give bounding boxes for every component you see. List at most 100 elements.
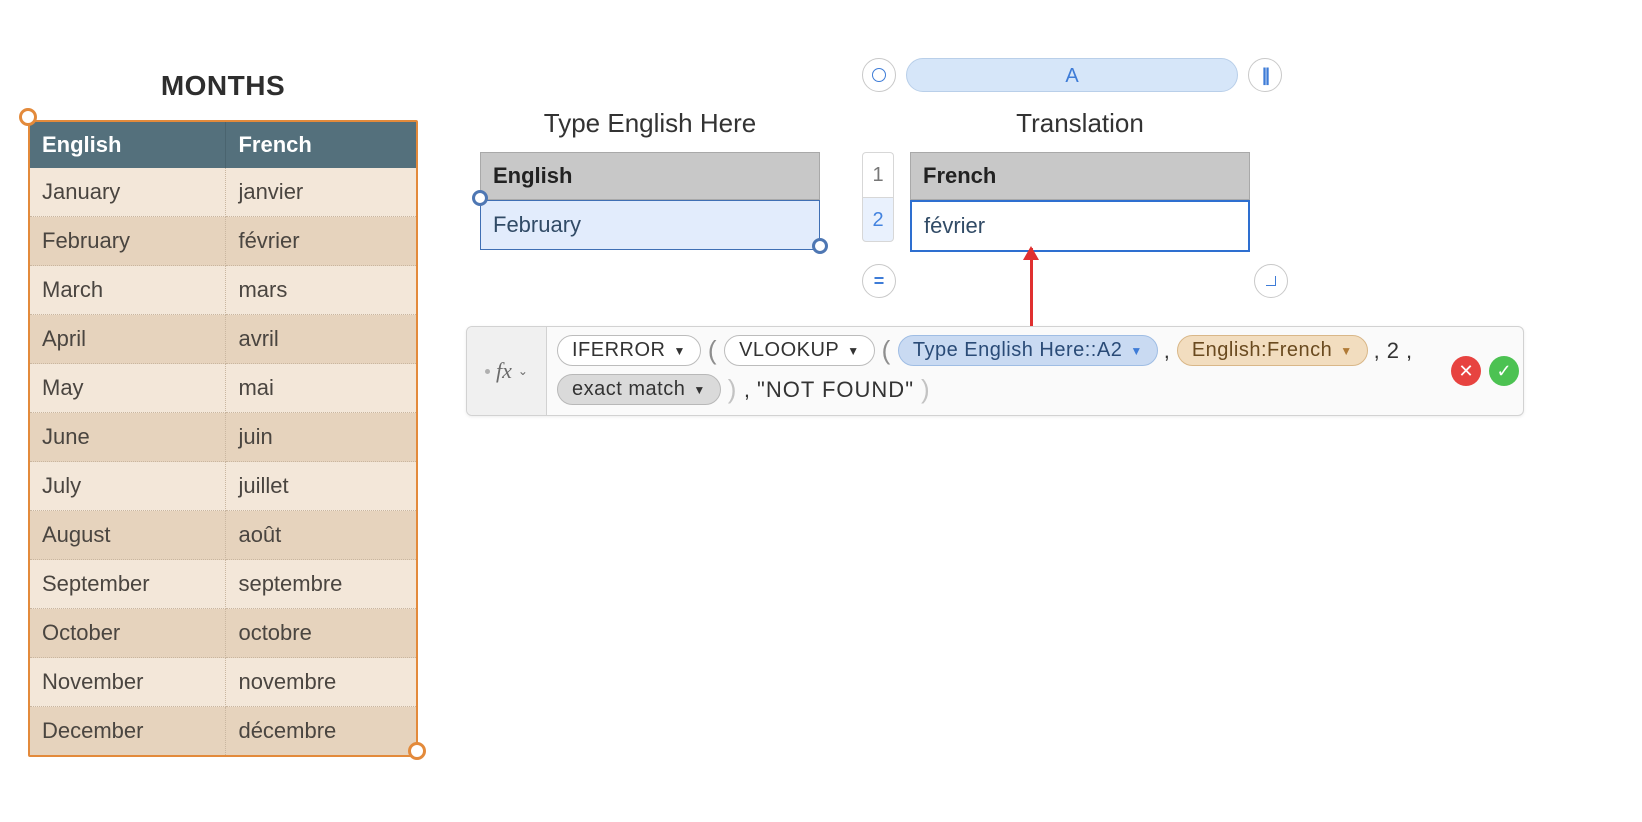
- cell-french[interactable]: août: [226, 511, 416, 560]
- months-table-container: MONTHS English French Januaryjanvier Feb…: [28, 70, 418, 757]
- cell-english[interactable]: August: [30, 511, 226, 560]
- cell-french[interactable]: février: [226, 217, 416, 266]
- add-column-button[interactable]: ||: [1248, 58, 1282, 92]
- add-row-button[interactable]: =: [862, 264, 896, 298]
- cell-english[interactable]: April: [30, 315, 226, 364]
- table-row[interactable]: Augustaoût: [30, 511, 416, 560]
- token-iferror[interactable]: IFERROR ▼: [557, 335, 701, 366]
- translation-header[interactable]: French: [910, 152, 1250, 200]
- column-header-a[interactable]: A: [906, 58, 1238, 92]
- typehere-table-title: Type English Here: [480, 108, 820, 139]
- corner-icon: [1266, 276, 1276, 286]
- comma: ,: [744, 377, 751, 403]
- token-label: VLOOKUP: [739, 339, 839, 362]
- translation-table-title: Translation: [910, 108, 1250, 139]
- formula-action-buttons: ✕ ✓: [1447, 327, 1523, 415]
- selection-handle-icon[interactable]: [472, 190, 488, 206]
- typehere-cell[interactable]: February: [480, 200, 820, 250]
- comma: ,: [1374, 338, 1381, 364]
- table-row[interactable]: Novembernovembre: [30, 658, 416, 707]
- paren-close: ): [727, 374, 738, 405]
- close-icon: ✕: [1458, 361, 1473, 382]
- cell-english[interactable]: March: [30, 266, 226, 315]
- cell-french[interactable]: décembre: [226, 707, 416, 755]
- cell-english[interactable]: October: [30, 609, 226, 658]
- table-resize-handle-icon[interactable]: [408, 742, 426, 760]
- typehere-header[interactable]: English: [480, 152, 820, 200]
- table-row[interactable]: Maymai: [30, 364, 416, 413]
- cell-english[interactable]: November: [30, 658, 226, 707]
- token-exact-match[interactable]: exact match ▼: [557, 374, 721, 405]
- arg-colindex: 2: [1387, 338, 1400, 364]
- cell-english[interactable]: May: [30, 364, 226, 413]
- arg-notfound: "NOT FOUND": [757, 377, 914, 403]
- row-gutter: 1 2: [862, 152, 894, 242]
- token-label: Type English Here::A2: [913, 339, 1123, 362]
- column-header-row: A ||: [862, 58, 1282, 92]
- fx-icon: fx: [496, 358, 512, 384]
- cell-french[interactable]: avril: [226, 315, 416, 364]
- comma: ,: [1164, 338, 1171, 364]
- table-row[interactable]: Marchmars: [30, 266, 416, 315]
- chevron-down-icon: ⌄: [518, 364, 528, 378]
- annotation-arrow-icon: [1030, 248, 1033, 326]
- months-header-french[interactable]: French: [226, 122, 416, 168]
- cell-french[interactable]: juillet: [226, 462, 416, 511]
- table-row[interactable]: Septemberseptembre: [30, 560, 416, 609]
- select-all-circle-button[interactable]: [862, 58, 896, 92]
- row-header-2[interactable]: 2: [862, 197, 894, 242]
- cell-english[interactable]: September: [30, 560, 226, 609]
- paren-open: (: [881, 335, 892, 366]
- translation-table[interactable]: French février: [910, 152, 1250, 252]
- comma: ,: [1406, 338, 1413, 364]
- token-vlookup[interactable]: VLOOKUP ▼: [724, 335, 875, 366]
- cell-english[interactable]: July: [30, 462, 226, 511]
- table-row[interactable]: Junejuin: [30, 413, 416, 462]
- circle-icon: [872, 68, 886, 82]
- check-icon: ✓: [1496, 361, 1511, 382]
- table-row[interactable]: Decemberdécembre: [30, 707, 416, 755]
- dropdown-icon: ▼: [1130, 345, 1142, 357]
- cell-french[interactable]: juin: [226, 413, 416, 462]
- cell-french[interactable]: mai: [226, 364, 416, 413]
- dropdown-icon: ▼: [1340, 345, 1352, 357]
- cell-english[interactable]: February: [30, 217, 226, 266]
- equals-icon: =: [874, 271, 885, 292]
- formula-editor[interactable]: fx ⌄ IFERROR ▼ ( VLOOKUP ▼ ( Type Englis…: [466, 326, 1524, 416]
- months-header-english[interactable]: English: [30, 122, 226, 168]
- table-resize-handle-icon[interactable]: [19, 108, 37, 126]
- cell-english[interactable]: January: [30, 168, 226, 217]
- formula-body[interactable]: IFERROR ▼ ( VLOOKUP ▼ ( Type English Her…: [547, 327, 1447, 415]
- table-row[interactable]: Julyjuillet: [30, 462, 416, 511]
- confirm-formula-button[interactable]: ✓: [1489, 356, 1519, 386]
- fx-menu-button[interactable]: fx ⌄: [467, 327, 547, 415]
- table-row[interactable]: Octoberoctobre: [30, 609, 416, 658]
- months-table-title: MONTHS: [28, 70, 418, 102]
- cancel-formula-button[interactable]: ✕: [1451, 356, 1481, 386]
- cell-french[interactable]: novembre: [226, 658, 416, 707]
- row-header-1[interactable]: 1: [862, 152, 894, 197]
- table-corner-button[interactable]: [1254, 264, 1288, 298]
- token-ref-typehere[interactable]: Type English Here::A2 ▼: [898, 335, 1158, 366]
- typehere-table[interactable]: English February: [480, 152, 820, 250]
- paren-close: ): [920, 374, 931, 405]
- months-table[interactable]: English French Januaryjanvier Februaryfé…: [28, 120, 418, 757]
- selection-handle-icon[interactable]: [812, 238, 828, 254]
- cell-french[interactable]: mars: [226, 266, 416, 315]
- dropdown-icon: ▼: [847, 345, 859, 357]
- table-row[interactable]: Januaryjanvier: [30, 168, 416, 217]
- cell-french[interactable]: septembre: [226, 560, 416, 609]
- table-row[interactable]: Februaryfévrier: [30, 217, 416, 266]
- cell-english[interactable]: June: [30, 413, 226, 462]
- dot-icon: [485, 369, 490, 374]
- cell-english[interactable]: December: [30, 707, 226, 755]
- token-label: exact match: [572, 378, 685, 401]
- translation-cell[interactable]: février: [910, 200, 1250, 252]
- cell-french[interactable]: janvier: [226, 168, 416, 217]
- dropdown-icon: ▼: [693, 384, 705, 396]
- add-column-icon: ||: [1262, 65, 1268, 86]
- cell-french[interactable]: octobre: [226, 609, 416, 658]
- token-ref-range[interactable]: English:French ▼: [1177, 335, 1368, 366]
- table-row[interactable]: Aprilavril: [30, 315, 416, 364]
- paren-open: (: [707, 335, 718, 366]
